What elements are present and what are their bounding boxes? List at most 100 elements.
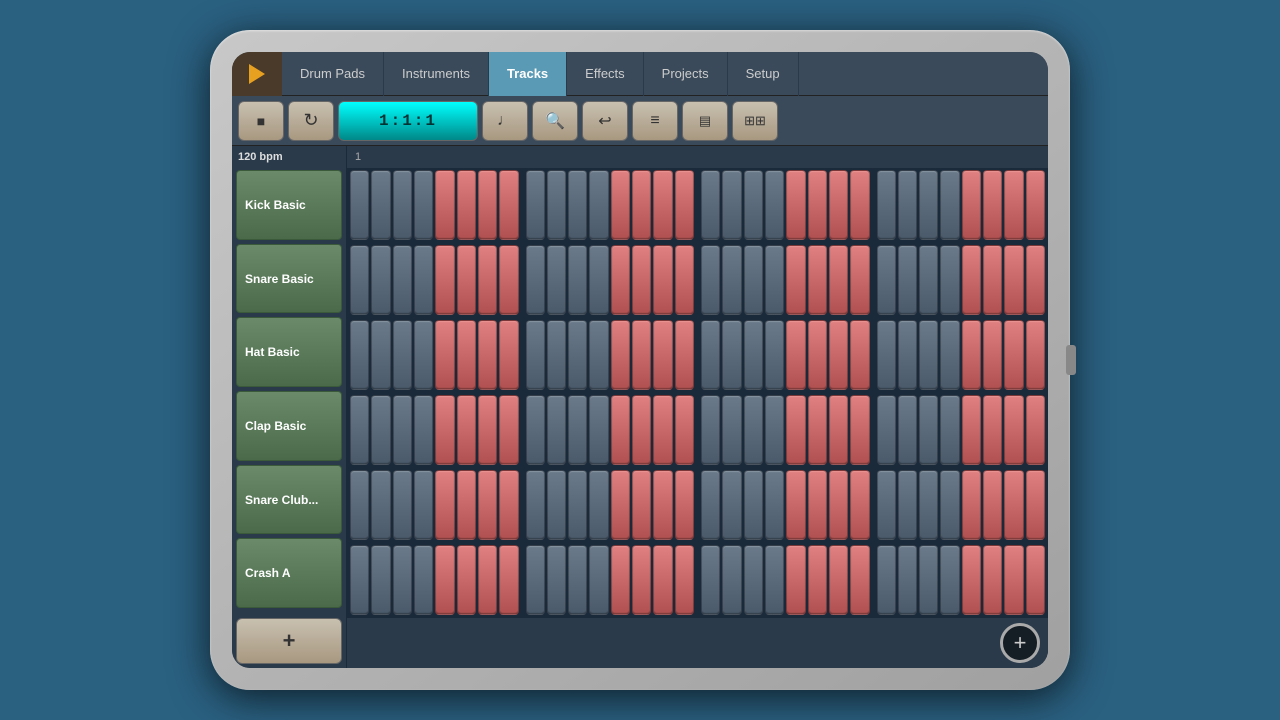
beat-pad[interactable] [589, 545, 608, 615]
beat-pad[interactable] [1004, 470, 1023, 540]
beat-pad[interactable] [653, 170, 672, 240]
beat-pad[interactable] [829, 395, 848, 465]
beat-pad[interactable] [653, 320, 672, 390]
play-button[interactable] [232, 52, 282, 96]
beat-pad[interactable] [611, 395, 630, 465]
beat-pad[interactable] [850, 245, 869, 315]
beat-pad[interactable] [632, 245, 651, 315]
beat-pad[interactable] [632, 545, 651, 615]
tab-setup[interactable]: Setup [728, 52, 799, 96]
beat-pad[interactable] [675, 320, 694, 390]
beat-pad[interactable] [898, 545, 917, 615]
beat-pad[interactable] [478, 545, 497, 615]
beat-pad[interactable] [457, 470, 476, 540]
beat-pad[interactable] [765, 395, 784, 465]
beat-pad[interactable] [435, 170, 454, 240]
beat-pad[interactable] [371, 170, 390, 240]
beat-pad[interactable] [829, 545, 848, 615]
beat-pad[interactable] [371, 320, 390, 390]
tab-projects[interactable]: Projects [644, 52, 728, 96]
beat-pad[interactable] [435, 395, 454, 465]
beat-pad[interactable] [850, 320, 869, 390]
beat-pad[interactable] [350, 395, 369, 465]
search-button[interactable]: 🔍 [532, 101, 578, 141]
beat-pad[interactable] [1026, 320, 1045, 390]
track-label-snare-basic[interactable]: Snare Basic [236, 244, 342, 314]
beat-pad[interactable] [722, 320, 741, 390]
beat-pad[interactable] [940, 545, 959, 615]
beat-pad[interactable] [940, 320, 959, 390]
beat-pad[interactable] [744, 470, 763, 540]
beat-pad[interactable] [786, 470, 805, 540]
beat-pad[interactable] [457, 245, 476, 315]
beat-pad[interactable] [393, 245, 412, 315]
beat-pad[interactable] [414, 470, 433, 540]
beat-pad[interactable] [414, 320, 433, 390]
beat-pad[interactable] [350, 470, 369, 540]
beat-pad[interactable] [393, 545, 412, 615]
beat-pad[interactable] [435, 245, 454, 315]
beat-pad[interactable] [547, 545, 566, 615]
beat-pad[interactable] [414, 545, 433, 615]
beat-pad[interactable] [653, 470, 672, 540]
beat-pad[interactable] [371, 470, 390, 540]
beat-pad[interactable] [983, 170, 1002, 240]
beat-pad[interactable] [744, 545, 763, 615]
beat-pad[interactable] [1004, 170, 1023, 240]
beat-pad[interactable] [435, 320, 454, 390]
beat-pad[interactable] [478, 320, 497, 390]
beat-pad[interactable] [808, 245, 827, 315]
beat-pad[interactable] [457, 170, 476, 240]
beat-pad[interactable] [701, 170, 720, 240]
beat-pad[interactable] [940, 395, 959, 465]
beat-pad[interactable] [478, 170, 497, 240]
beat-pad[interactable] [898, 320, 917, 390]
beat-pad[interactable] [526, 245, 545, 315]
beat-pad[interactable] [786, 320, 805, 390]
beat-pad[interactable] [983, 545, 1002, 615]
beat-pad[interactable] [701, 545, 720, 615]
tab-instruments[interactable]: Instruments [384, 52, 489, 96]
beat-pad[interactable] [919, 395, 938, 465]
side-button[interactable] [1066, 345, 1076, 375]
beat-pad[interactable] [568, 170, 587, 240]
beat-pad[interactable] [393, 470, 412, 540]
beat-pad[interactable] [1026, 470, 1045, 540]
beat-pad[interactable] [350, 320, 369, 390]
beat-pad[interactable] [701, 245, 720, 315]
beat-pad[interactable] [414, 395, 433, 465]
beat-pad[interactable] [611, 245, 630, 315]
beat-pad[interactable] [962, 170, 981, 240]
beat-pad[interactable] [919, 320, 938, 390]
beat-pad[interactable] [371, 245, 390, 315]
beat-pad[interactable] [393, 395, 412, 465]
beat-pad[interactable] [653, 395, 672, 465]
beat-pad[interactable] [962, 545, 981, 615]
beat-pad[interactable] [983, 320, 1002, 390]
beat-pad[interactable] [701, 395, 720, 465]
beat-pad[interactable] [611, 170, 630, 240]
beat-pad[interactable] [478, 245, 497, 315]
beat-pad[interactable] [808, 395, 827, 465]
beat-pad[interactable] [499, 245, 518, 315]
beat-pad[interactable] [675, 395, 694, 465]
beat-pad[interactable] [632, 470, 651, 540]
beat-pad[interactable] [722, 170, 741, 240]
beat-pad[interactable] [653, 245, 672, 315]
track-label-hat-basic[interactable]: Hat Basic [236, 317, 342, 387]
beat-pad[interactable] [611, 545, 630, 615]
beat-pad[interactable] [722, 245, 741, 315]
beat-pad[interactable] [1026, 395, 1045, 465]
beat-pad[interactable] [919, 470, 938, 540]
beat-pad[interactable] [632, 320, 651, 390]
beat-pad[interactable] [547, 170, 566, 240]
beat-pad[interactable] [940, 245, 959, 315]
beat-pad[interactable] [547, 245, 566, 315]
beat-pad[interactable] [744, 395, 763, 465]
beat-pad[interactable] [526, 470, 545, 540]
beat-pad[interactable] [611, 320, 630, 390]
beat-pad[interactable] [786, 170, 805, 240]
beat-pad[interactable] [877, 545, 896, 615]
beat-pad[interactable] [786, 545, 805, 615]
beat-pad[interactable] [632, 395, 651, 465]
